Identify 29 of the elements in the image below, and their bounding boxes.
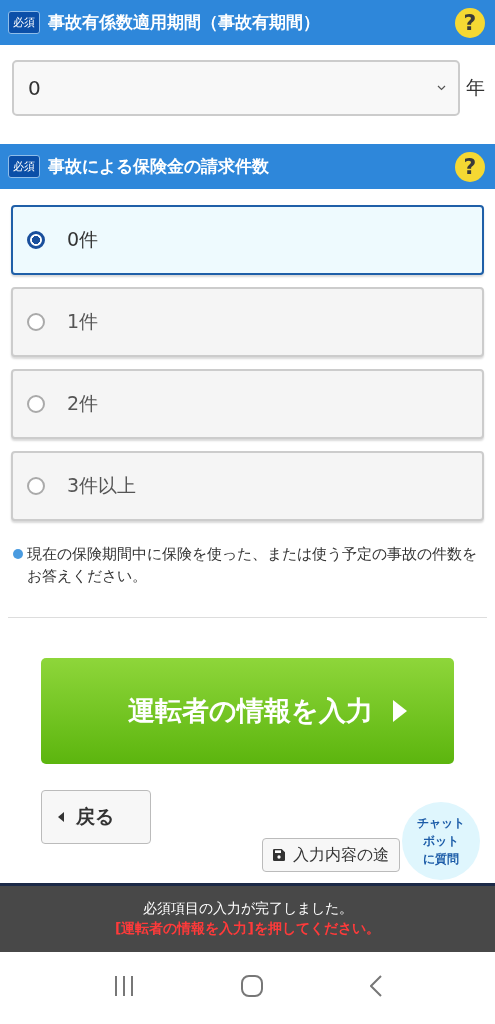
home-icon[interactable]: [241, 975, 264, 997]
help-icon[interactable]: ?: [455, 151, 485, 182]
radio-option[interactable]: 1件: [11, 287, 484, 357]
radio-icon: [27, 231, 45, 249]
radio-option[interactable]: 3件以上: [11, 451, 484, 521]
save-button[interactable]: 入力内容の途: [262, 838, 400, 872]
radio-option[interactable]: 0件: [11, 205, 484, 275]
required-badge: 必須: [8, 155, 40, 178]
select-field[interactable]: 0: [12, 60, 460, 116]
back-button[interactable]: 戻る: [41, 790, 151, 844]
recent-apps-icon[interactable]: [113, 976, 136, 996]
radio-option[interactable]: 2件: [11, 369, 484, 439]
status-instruction: [運転者の情報を入力]を押してください。: [115, 920, 380, 938]
section-title: 事故による保険金の請求件数: [48, 155, 270, 178]
section-title: 事故有係数適用期間（事故有期間）: [48, 11, 321, 34]
chatbot-button[interactable]: チャット ボット に質問: [402, 802, 480, 880]
chevron-down-icon: [437, 85, 446, 91]
help-icon[interactable]: ?: [455, 7, 485, 38]
triangle-right-icon: [393, 700, 407, 722]
radio-icon: [27, 395, 45, 413]
status-message: 必須項目の入力が完了しました。: [142, 900, 353, 918]
radio-icon: [27, 477, 45, 495]
radio-icon: [27, 313, 45, 331]
triangle-left-icon: [58, 812, 64, 822]
note-text: 現在の保険期間中に保険を使った、または使う予定の事故の件数をお答えください。: [27, 544, 478, 587]
unit-label: 年: [466, 75, 485, 100]
bullet-icon: [13, 549, 23, 559]
back-icon[interactable]: [369, 975, 382, 997]
required-badge: 必須: [8, 11, 40, 34]
